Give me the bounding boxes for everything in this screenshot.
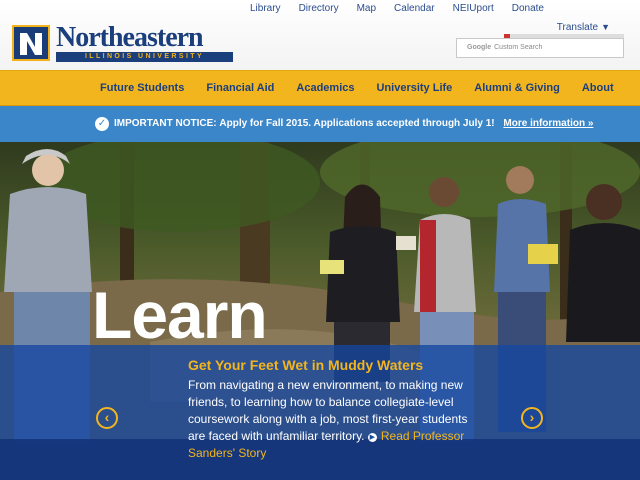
donate-link[interactable]: Donate bbox=[512, 3, 544, 14]
calendar-link[interactable]: Calendar bbox=[394, 3, 435, 14]
logo-subtitle: ILLINOIS UNIVERSITY bbox=[56, 52, 233, 62]
translate-dropdown[interactable]: Translate ▼ bbox=[557, 22, 610, 33]
notice-label: IMPORTANT NOTICE: bbox=[114, 118, 217, 129]
site-header: Library Directory Map Calendar NEIUport … bbox=[0, 0, 640, 70]
search-input[interactable]: Google Custom Search bbox=[456, 38, 624, 58]
hero-slideshow: Learn Get Your Feet Wet in Muddy Waters … bbox=[0, 142, 640, 480]
play-icon: ▶ bbox=[367, 433, 377, 442]
map-link[interactable]: Map bbox=[357, 3, 376, 14]
nav-future-students[interactable]: Future Students bbox=[100, 71, 184, 105]
main-navigation: Future Students Financial Aid Academics … bbox=[0, 70, 640, 106]
hero-headline: Learn bbox=[92, 278, 268, 352]
chevron-left-icon: ‹ bbox=[104, 409, 110, 425]
next-slide-button[interactable]: › bbox=[521, 407, 543, 429]
more-information-link[interactable]: More information » bbox=[503, 118, 593, 129]
previous-slide-button[interactable]: ‹ bbox=[96, 407, 118, 429]
notice-message: Apply for Fall 2015. Applications accept… bbox=[219, 118, 495, 129]
checkmark-icon: ✓ bbox=[95, 117, 109, 131]
directory-link[interactable]: Directory bbox=[299, 3, 339, 14]
story-title[interactable]: Get Your Feet Wet in Muddy Waters bbox=[188, 357, 423, 373]
library-link[interactable]: Library bbox=[250, 3, 281, 14]
nav-about[interactable]: About bbox=[582, 71, 614, 105]
neiuport-link[interactable]: NEIUport bbox=[453, 3, 494, 14]
translate-label: Translate bbox=[556, 22, 599, 33]
story-body: From navigating a new environment, to ma… bbox=[188, 377, 468, 462]
nav-university-life[interactable]: University Life bbox=[376, 71, 452, 105]
chevron-right-icon: › bbox=[529, 409, 535, 425]
chevron-down-icon: ▼ bbox=[601, 22, 610, 32]
google-brand: Google bbox=[467, 44, 492, 51]
search-placeholder: Custom Search bbox=[494, 44, 543, 51]
nav-alumni-giving[interactable]: Alumni & Giving bbox=[474, 71, 560, 105]
university-logo[interactable]: Northeastern ILLINOIS UNIVERSITY bbox=[12, 23, 233, 63]
nav-financial-aid[interactable]: Financial Aid bbox=[206, 71, 274, 105]
utility-links: Library Directory Map Calendar NEIUport … bbox=[232, 3, 544, 14]
important-notice-bar: ✓ IMPORTANT NOTICE: Apply for Fall 2015.… bbox=[0, 106, 640, 142]
nav-academics[interactable]: Academics bbox=[296, 71, 354, 105]
logo-mark-icon bbox=[12, 25, 50, 61]
logo-name: Northeastern bbox=[56, 22, 204, 53]
